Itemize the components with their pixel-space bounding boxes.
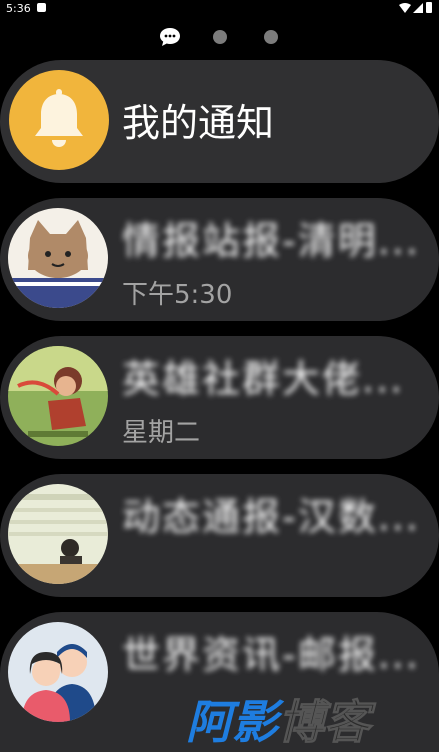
notification-title: 情报站报-清明... [122, 219, 420, 260]
notification-item[interactable]: 英雄社群大佬... 星期二 [0, 336, 439, 459]
cartoon-cat-avatar [8, 208, 108, 308]
status-time: 5:36 [6, 2, 31, 15]
watermark-text-blue: 阿影 [186, 695, 278, 749]
page-indicator [0, 27, 439, 49]
notifications-header[interactable]: 我的通知 [0, 60, 439, 183]
notification-title: 世界资讯-邮报... [122, 633, 420, 674]
chat-bubble-icon[interactable] [159, 27, 181, 47]
wifi-icon [399, 3, 411, 13]
page-dot[interactable] [213, 30, 227, 44]
bell-icon [35, 89, 83, 147]
notification-title: 动态通报-汉数... [122, 495, 420, 536]
watermark-text-dark: 博客 [278, 695, 371, 750]
notification-icon [37, 3, 46, 12]
two-people-avatar [8, 622, 108, 722]
bell-icon-background [9, 70, 109, 170]
notification-time: 下午5:30 [122, 280, 233, 310]
status-bar: 5:36 [0, 0, 439, 16]
notification-time: 星期二 [122, 418, 201, 448]
notification-item[interactable]: 动态通报-汉数... [0, 474, 439, 597]
classroom-photo-avatar [8, 484, 108, 584]
page-title: 我的通知 [122, 101, 275, 145]
page-dot[interactable] [264, 30, 278, 44]
signal-icon [413, 3, 423, 13]
watermark-logo: 阿影博客 [186, 686, 436, 750]
notification-item[interactable]: 情报站报-清明... 下午5:30 [0, 198, 439, 321]
notification-title: 英雄社群大佬... [122, 357, 405, 398]
battery-icon [426, 2, 432, 13]
game-character-avatar [8, 346, 108, 446]
